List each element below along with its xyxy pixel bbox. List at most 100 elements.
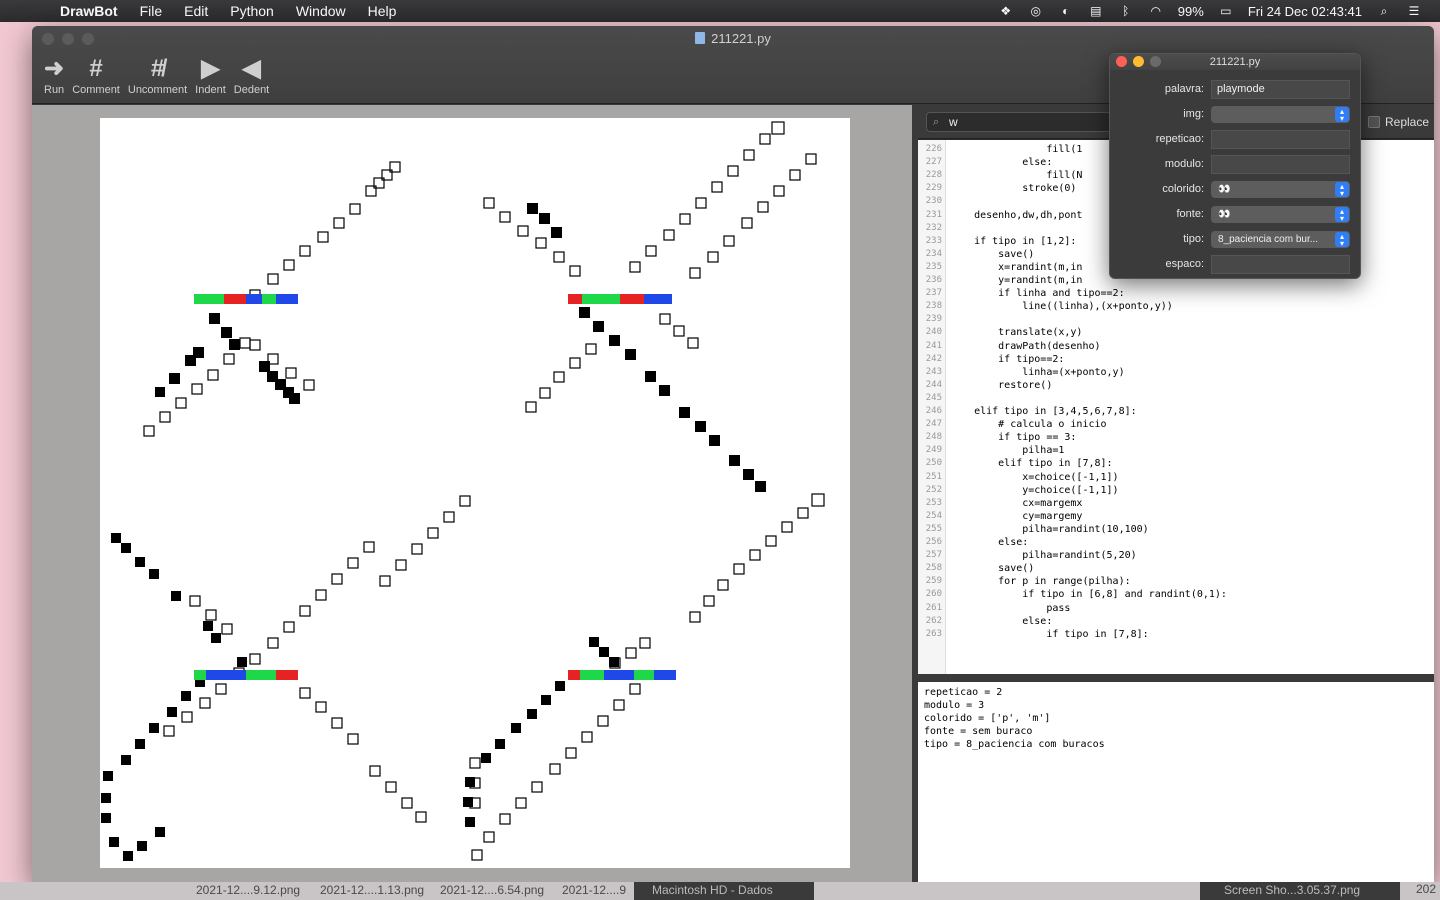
desktop-file[interactable]: 202 (1416, 882, 1436, 896)
variable-text-field[interactable] (1211, 130, 1350, 149)
variable-text-field[interactable]: playmode (1211, 80, 1350, 99)
variable-label: modulo: (1164, 158, 1204, 170)
battery-icon[interactable]: ▭ (1218, 4, 1234, 18)
line-number: 258 (925, 563, 942, 574)
search-icon: ⌕ (933, 116, 940, 128)
horizontal-splitter[interactable] (918, 674, 1434, 682)
battery-percent: 99% (1177, 3, 1204, 19)
line-number: 244 (925, 379, 942, 390)
finder-window-tab[interactable]: Macintosh HD - Dados (634, 882, 814, 900)
line-number: 238 (925, 301, 942, 312)
variable-text-field[interactable] (1211, 155, 1350, 174)
variable-row: colorido: 👀 ▴ ▾ (1110, 180, 1362, 200)
desktop-file[interactable]: 2021-12....9 (562, 883, 626, 897)
hash-strike-icon: #̸ (150, 55, 165, 82)
code-text: pass (950, 602, 1071, 614)
code-text: desenho,dw,dh,pont (950, 209, 1083, 221)
indent-button[interactable]: ▶ Indent (193, 54, 228, 96)
line-number: 247 (925, 419, 942, 430)
code-text: linha=(x+ponto,y) (950, 366, 1125, 378)
find-input[interactable]: ⌕ w (926, 112, 1116, 132)
keyboard-icon[interactable]: ▤ (1088, 4, 1104, 18)
line-number: 262 (925, 615, 942, 626)
variable-text-field[interactable] (1211, 255, 1350, 274)
variable-popup[interactable]: 👀 ▴ ▾ (1211, 181, 1350, 198)
panel-zoom-button[interactable] (1150, 56, 1161, 67)
panel-minimize-button[interactable] (1133, 56, 1144, 67)
line-number: 236 (925, 275, 942, 285)
variable-popup[interactable]: 8_paciencia com bur... ▴ ▾ (1211, 231, 1350, 248)
panel-close-button[interactable] (1116, 56, 1127, 67)
variable-row: tipo: 8_paciencia com bur... ▴ ▾ (1110, 230, 1362, 250)
code-text: x=choice([-1,1]) (950, 471, 1119, 483)
dedent-button[interactable]: ◀ Dedent (232, 54, 271, 96)
word-strip-q4 (568, 670, 676, 680)
spotlight-search-icon[interactable]: ⌕ (1376, 4, 1392, 18)
solid-chain-q3 (101, 533, 247, 861)
creative-cloud-icon[interactable]: ◎ (1028, 4, 1044, 18)
status-area: ❖ ◎ ◐ ▤ ᛒ ◠ 99% ▭ Fri 24 Dec 02:43:41 ⌕ … (998, 4, 1440, 19)
code-text: if tipo in [6,8] and randint(0,1): (950, 589, 1227, 601)
app-status-icon[interactable]: ❖ (998, 4, 1014, 18)
dedent-triangle-icon: ◀ (242, 55, 261, 82)
line-number: 232 (925, 222, 942, 233)
variable-row: img: ▴ ▾ (1110, 105, 1362, 125)
menu-window[interactable]: Window (296, 3, 346, 19)
python-file-icon (695, 32, 706, 44)
clock[interactable]: Fri 24 Dec 02:43:41 (1248, 4, 1362, 19)
stroke-chain-q3-b (189, 595, 427, 823)
code-text: drawPath(desenho) (950, 340, 1101, 352)
line-number: 235 (925, 261, 942, 272)
menu-help[interactable]: Help (368, 3, 397, 19)
line-number: 248 (925, 432, 942, 443)
wifi-icon[interactable]: ◠ (1148, 4, 1164, 18)
code-text: cy=margemy (950, 510, 1083, 522)
word-strip-q1 (194, 294, 298, 304)
window-title: 211221.py (32, 31, 1434, 46)
code-text: for p in range(pilha): (950, 576, 1131, 588)
popup-arrows-icon: ▴ ▾ (1335, 107, 1349, 123)
screenshot-window-tab[interactable]: Screen Sho...3.05.37.png (1200, 882, 1400, 900)
line-number: 252 (925, 484, 942, 495)
variable-row: repeticao: (1110, 130, 1362, 150)
line-number: 227 (925, 157, 942, 168)
line-number: 239 (925, 314, 942, 325)
uncomment-button[interactable]: #̸ Uncomment (126, 54, 189, 96)
desktop-file[interactable]: 2021-12....1.13.png (320, 883, 424, 897)
line-number: 233 (925, 235, 942, 246)
replace-toggle[interactable]: Replace (1368, 115, 1429, 129)
preview-area[interactable] (32, 105, 912, 882)
menu-file[interactable]: File (140, 3, 163, 19)
line-number: 237 (925, 288, 942, 299)
code-text: if tipo==2: (950, 353, 1065, 365)
menu-edit[interactable]: Edit (184, 3, 208, 19)
output-line: colorido = ['p', 'm'] (924, 713, 1051, 724)
output-console[interactable]: repeticao = 2 modulo = 3 colorido = ['p'… (918, 682, 1434, 882)
variable-popup[interactable]: ▴ ▾ (1211, 106, 1350, 123)
desktop-file[interactable]: 2021-12....9.12.png (196, 883, 300, 897)
line-number: 250 (925, 458, 942, 469)
run-arrow-icon: ➜ (44, 55, 65, 82)
code-text: save() (950, 248, 1035, 260)
variable-popup[interactable]: 👀 ▴ ▾ (1211, 206, 1350, 223)
code-text: else: (950, 157, 1053, 169)
notification-center-icon[interactable]: ☰ (1406, 4, 1422, 18)
variables-titlebar: 211221.py (1110, 54, 1360, 70)
night-shift-icon[interactable]: ◐ (1058, 4, 1074, 18)
replace-checkbox[interactable] (1368, 116, 1380, 128)
output-line: modulo = 3 (924, 700, 985, 711)
code-text: elif tipo in [7,8]: (950, 458, 1113, 470)
variable-row: espaco: (1110, 255, 1362, 275)
variable-value: 8_paciencia com bur... (1218, 234, 1319, 245)
indent-triangle-icon: ▶ (201, 55, 220, 82)
variable-label: colorido: (1162, 183, 1204, 195)
comment-button[interactable]: # Comment (70, 54, 122, 96)
word-strip-q3 (194, 670, 298, 680)
bluetooth-icon[interactable]: ᛒ (1118, 4, 1134, 18)
code-text: save() (950, 563, 1035, 575)
run-button[interactable]: ➜ Run (42, 54, 66, 96)
menu-app-name[interactable]: DrawBot (60, 3, 118, 19)
desktop-file[interactable]: 2021-12....6.54.png (440, 883, 544, 897)
menu-python[interactable]: Python (230, 3, 274, 19)
drawing-canvas[interactable] (100, 118, 850, 868)
